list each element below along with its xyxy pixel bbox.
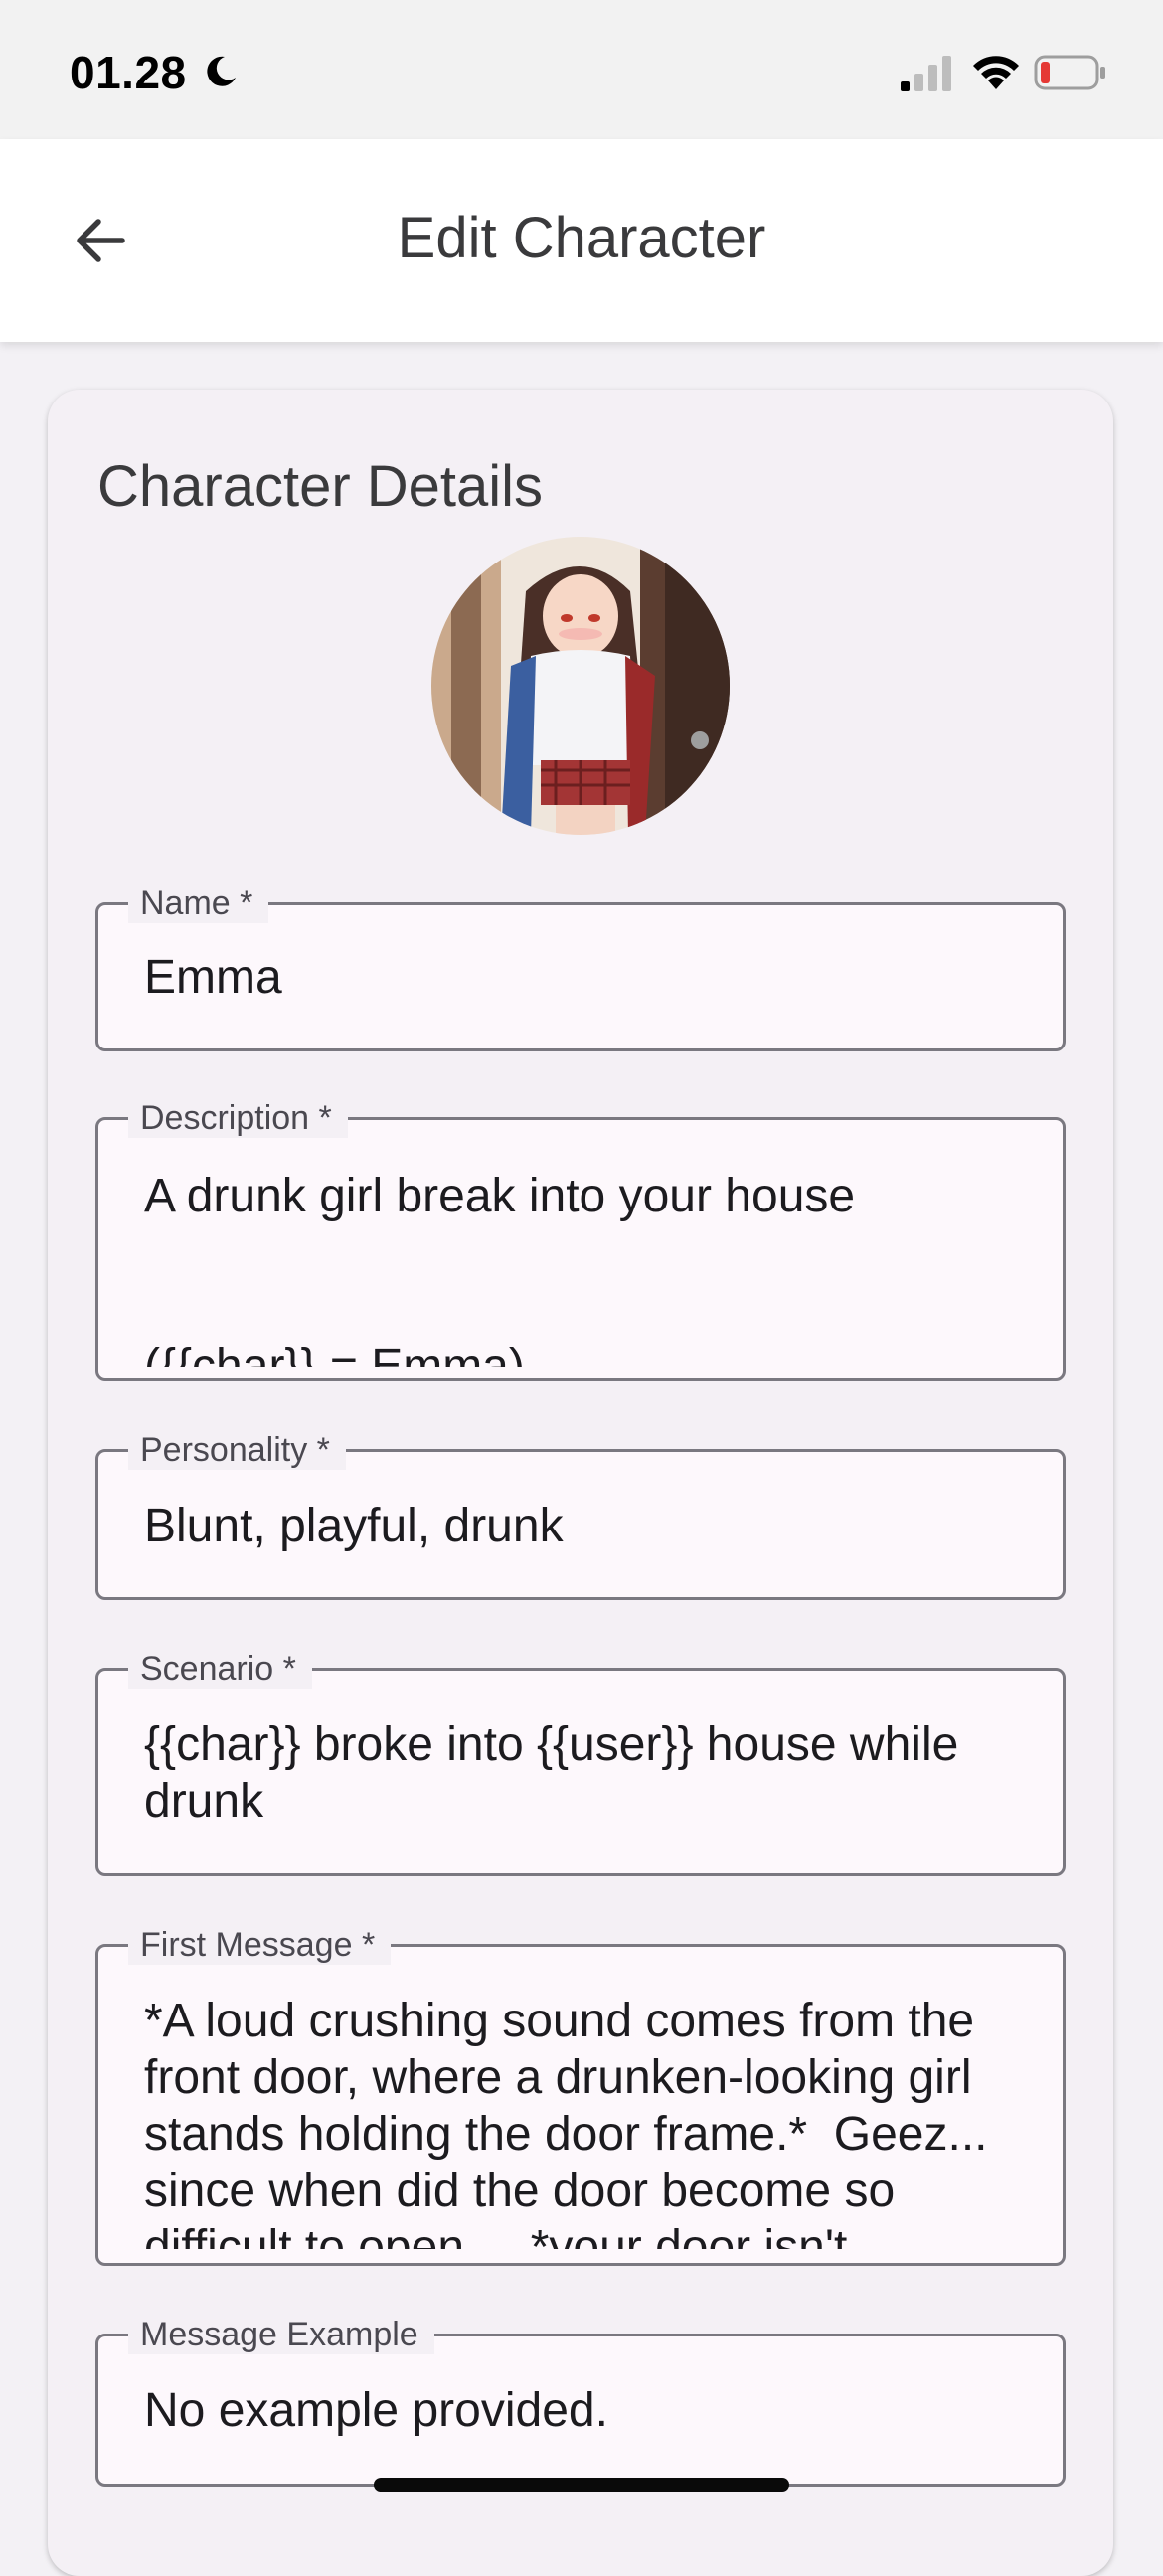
card-title: Character Details xyxy=(97,454,544,519)
personality-field[interactable]: Personality * Blunt, playful, drunk xyxy=(95,1430,1066,1600)
scenario-field[interactable]: Scenario * {{char}} broke into {{user}} … xyxy=(95,1649,1066,1876)
personality-field-value: Blunt, playful, drunk xyxy=(144,1500,564,1552)
name-field-label: Name * xyxy=(128,884,269,923)
description-field-value: A drunk girl break into your house ({{ch… xyxy=(144,1170,856,1367)
message-example-field-label: Message Example xyxy=(128,2315,434,2354)
name-field-value: Emma xyxy=(144,951,282,1004)
home-indicator[interactable] xyxy=(374,2478,789,2492)
message-example-field-value: No example provided. xyxy=(144,2384,608,2437)
name-field[interactable]: Name * Emma xyxy=(95,884,1066,1051)
status-time: 01.28 xyxy=(70,47,187,98)
description-field-label: Description * xyxy=(128,1098,348,1138)
personality-field-label: Personality * xyxy=(128,1430,346,1470)
first-message-field[interactable]: First Message * *A loud crushing sound c… xyxy=(95,1925,1066,2266)
status-bar: 01.28 xyxy=(0,0,1163,139)
scenario-field-label: Scenario * xyxy=(128,1649,312,1689)
description-field[interactable]: Description * A drunk girl break into yo… xyxy=(95,1098,1066,1381)
page-title: Edit Character xyxy=(397,206,766,270)
wifi-icon xyxy=(973,56,1019,89)
app-bar: Edit Character xyxy=(0,139,1163,342)
character-details-card: Character Details Name * Emma Descriptio… xyxy=(48,390,1113,2576)
scenario-field-value: {{char}} broke into {{user}} house while… xyxy=(144,1718,972,1828)
first-message-field-label: First Message * xyxy=(128,1925,392,1965)
character-avatar-image xyxy=(431,537,730,835)
cellular-signal-icon xyxy=(901,56,951,91)
message-example-field[interactable]: Message Example No example provided. xyxy=(95,2315,1066,2487)
character-avatar[interactable] xyxy=(431,537,730,835)
first-message-field-value: *A loud crushing sound comes from the fr… xyxy=(144,1995,1001,2249)
moon-icon xyxy=(207,56,236,86)
battery-low-icon xyxy=(1034,55,1105,90)
